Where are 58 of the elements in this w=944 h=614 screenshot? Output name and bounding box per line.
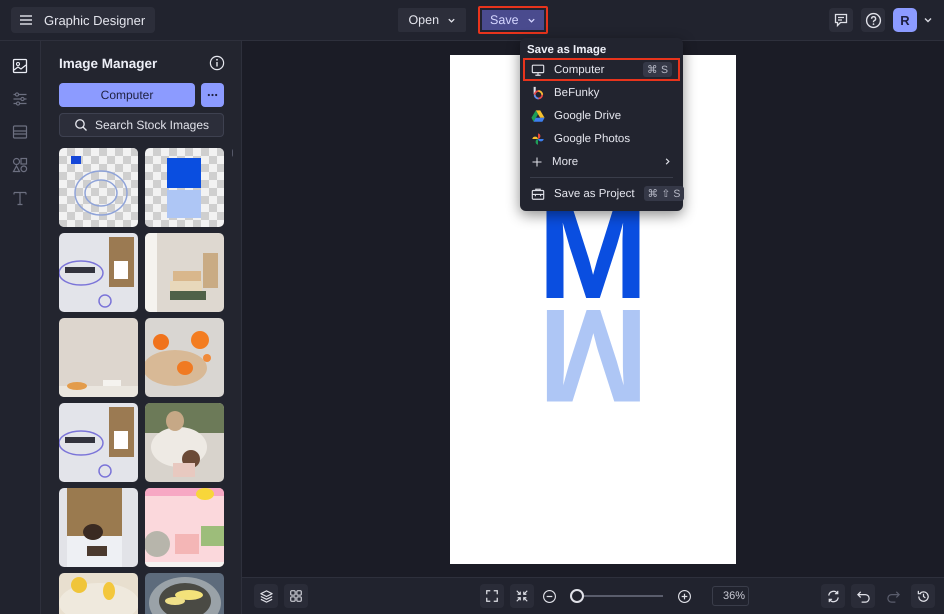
info-icon[interactable] xyxy=(209,55,225,71)
save-dropdown-button[interactable]: Save xyxy=(478,6,548,34)
search-stock-button[interactable]: Search Stock Images xyxy=(59,113,224,137)
text-icon xyxy=(12,190,28,206)
fit-screen-button[interactable] xyxy=(480,584,504,608)
menu-heading: Save as Image xyxy=(526,44,608,58)
zoom-out-icon[interactable] xyxy=(542,588,557,604)
shrink-button[interactable] xyxy=(510,584,534,608)
chevron-icon xyxy=(526,16,536,24)
history-icon xyxy=(916,588,930,604)
zoom-percent-field[interactable]: 36% xyxy=(712,586,749,606)
upload-computer-button[interactable]: Computer xyxy=(59,83,195,107)
logo-reflection: M xyxy=(538,306,648,402)
grid-icon xyxy=(289,589,303,603)
shapes-icon xyxy=(12,157,28,173)
help-icon xyxy=(864,12,882,28)
help-button[interactable] xyxy=(861,8,885,32)
triangle-icon xyxy=(531,108,545,122)
user-avatar[interactable]: R xyxy=(893,8,917,32)
menu-item[interactable]: Google Drive xyxy=(523,104,680,127)
history-button[interactable] xyxy=(911,584,935,608)
ellipsis-icon xyxy=(207,93,218,97)
layout-icon xyxy=(12,124,28,140)
refresh-button[interactable] xyxy=(821,584,845,608)
menu-item[interactable]: Computer ⌘ S xyxy=(523,58,680,81)
zoom-in-icon[interactable] xyxy=(677,588,692,604)
comment-button[interactable] xyxy=(829,8,853,32)
briefcase-icon xyxy=(531,186,545,200)
menu-item[interactable]: More xyxy=(523,150,680,173)
panel-title: Image Manager xyxy=(59,56,158,70)
more-options-button[interactable] xyxy=(201,83,224,107)
menu-item[interactable]: Google Photos xyxy=(523,127,680,150)
slider-thumb[interactable] xyxy=(570,589,584,603)
chevron-right-icon xyxy=(663,157,672,166)
app-menu-button[interactable]: Graphic Designer xyxy=(11,7,156,33)
expand-icon xyxy=(485,589,499,603)
image-icon xyxy=(12,58,28,74)
sliders-icon xyxy=(12,91,28,107)
menu-item[interactable]: BeFunky xyxy=(523,81,680,104)
layers-button[interactable] xyxy=(254,584,278,608)
search-icon xyxy=(74,118,88,132)
undo-button[interactable] xyxy=(851,584,875,608)
layers-icon xyxy=(258,588,274,604)
zoom-slider[interactable] xyxy=(571,589,663,603)
refresh-icon xyxy=(826,588,840,604)
monitor-icon xyxy=(531,62,545,76)
open-dropdown-button[interactable]: Open xyxy=(396,6,468,34)
redo-icon xyxy=(886,588,900,604)
logo-letter: M xyxy=(538,204,648,300)
chevron-icon[interactable] xyxy=(923,15,933,25)
plus-icon xyxy=(531,156,543,168)
chevron-icon xyxy=(447,16,456,24)
grid-button[interactable] xyxy=(284,584,308,608)
shrink-icon xyxy=(515,589,529,603)
pinwheel-icon xyxy=(531,132,545,146)
comment-icon xyxy=(833,12,849,28)
undo-icon xyxy=(856,588,870,604)
ring-icon xyxy=(531,86,545,100)
